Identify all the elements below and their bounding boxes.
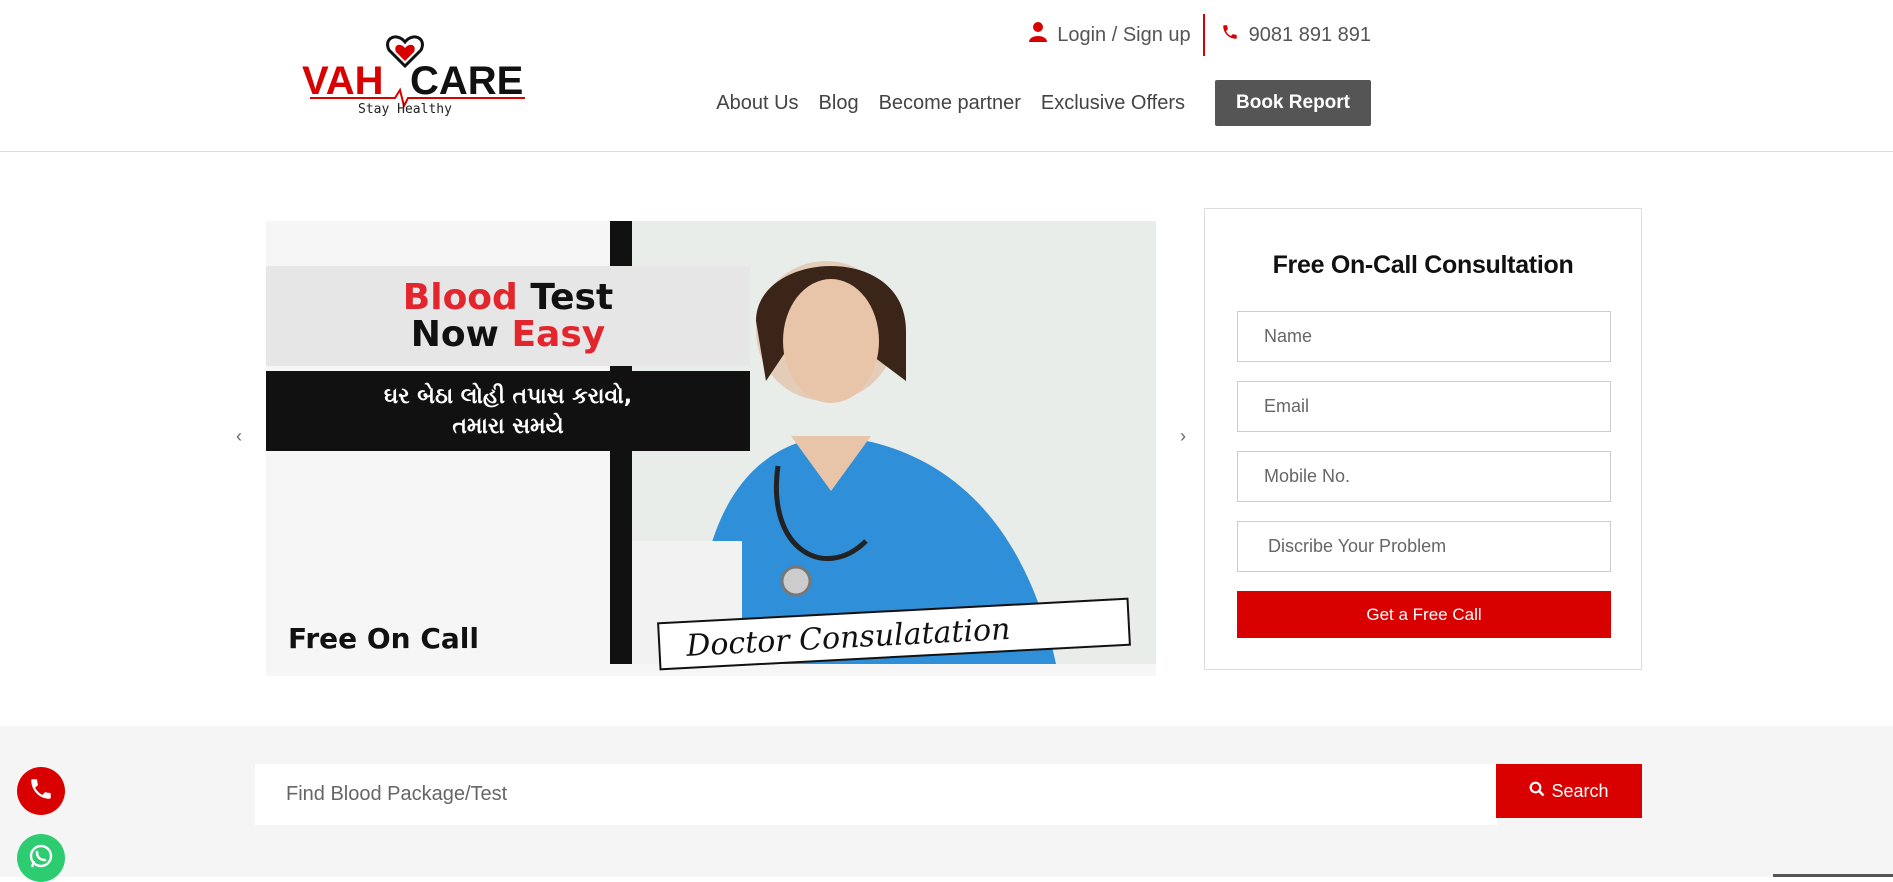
nav-blog[interactable]: Blog	[819, 92, 859, 115]
phone-link[interactable]: 9081 891 891	[1221, 23, 1371, 47]
floating-call-button[interactable]	[17, 767, 65, 815]
floating-whatsapp-button[interactable]	[17, 834, 65, 882]
nav-exclusive-offers[interactable]: Exclusive Offers	[1041, 92, 1185, 115]
get-free-call-button[interactable]: Get a Free Call	[1237, 591, 1611, 638]
search-icon	[1529, 781, 1545, 802]
carousel-prev-arrow[interactable]: ‹	[236, 426, 242, 447]
search-button[interactable]: Search	[1496, 764, 1642, 818]
topbar-divider	[1202, 14, 1205, 56]
hero-slide: Doctor Consulatation Blood Test Now Easy…	[266, 221, 1156, 676]
hero-gujarati-line1: ઘર બેઠા લોહી તપાસ કરાવો,	[384, 382, 632, 409]
phone-number: 9081 891 891	[1248, 23, 1371, 46]
search-input[interactable]: Find Blood Package/Test	[255, 764, 1497, 825]
name-field[interactable]: Name	[1237, 311, 1611, 362]
nav-become-partner[interactable]: Become partner	[879, 92, 1021, 115]
top-bar: Login / Sign up 9081 891 891	[1029, 14, 1371, 56]
form-title: Free On-Call Consultation	[1272, 251, 1574, 279]
login-link[interactable]: Login / Sign up	[1029, 22, 1191, 48]
phone-icon	[1221, 23, 1239, 47]
problem-field[interactable]: Discribe Your Problem	[1237, 521, 1611, 572]
hero-free-on-call: Free On Call	[288, 622, 479, 655]
nav-about-us[interactable]: About Us	[716, 92, 798, 115]
logo-text-left: VAH	[302, 59, 383, 103]
logo[interactable]: VAH CARE Stay Healthy	[300, 30, 530, 120]
mobile-field[interactable]: Mobile No.	[1237, 451, 1611, 502]
carousel-next-arrow[interactable]: ›	[1180, 426, 1186, 447]
hero-line2: Now Easy	[411, 314, 605, 355]
user-icon	[1029, 22, 1048, 48]
hero-gujarati-line2: તમારા સમયે	[452, 412, 563, 439]
book-report-button[interactable]: Book Report	[1215, 80, 1371, 126]
site-header: VAH CARE Stay Healthy Login / Sign up 90…	[0, 0, 1893, 152]
main-nav: About Us Blog Become partner Exclusive O…	[716, 80, 1371, 126]
email-field[interactable]: Email	[1237, 381, 1611, 432]
phone-icon	[28, 776, 54, 807]
search-button-label: Search	[1551, 780, 1609, 801]
consultation-form: Free On-Call Consultation Name Email Mob…	[1204, 208, 1642, 670]
logo-tagline: Stay Healthy	[358, 102, 452, 117]
logo-text-right: CARE	[410, 59, 523, 103]
login-label: Login / Sign up	[1057, 23, 1191, 46]
hero-line1: Blood Test	[403, 277, 613, 318]
whatsapp-icon	[27, 842, 55, 875]
